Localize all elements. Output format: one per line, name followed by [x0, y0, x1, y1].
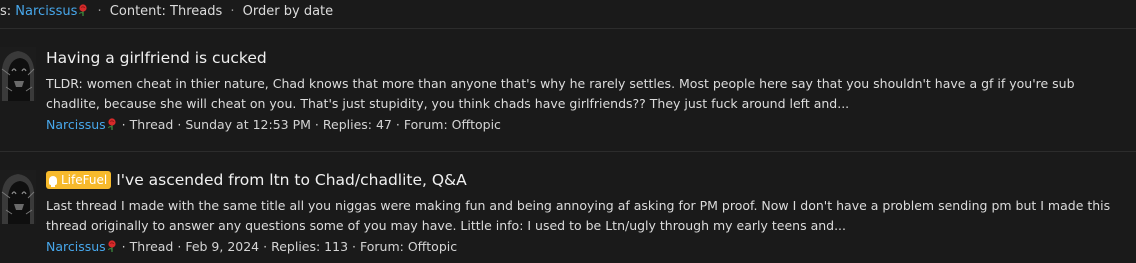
filter-content-type: Content: Threads	[109, 4, 223, 19]
result-type: Thread	[129, 239, 174, 254]
filter-prefix: s:	[0, 4, 12, 19]
result-author-link[interactable]: Narcissus	[46, 117, 106, 132]
separator: ·	[314, 117, 319, 132]
separator: ·	[121, 117, 126, 132]
result-title-link[interactable]: Having a girlfriend is cucked	[46, 48, 1130, 68]
separator: ·	[395, 117, 400, 132]
separator: ·	[97, 4, 102, 19]
avatar[interactable]	[0, 47, 36, 101]
result-forum-link[interactable]: Forum: Offtopic	[404, 117, 501, 132]
result-snippet: Last thread I made with the same title a…	[46, 198, 1111, 233]
rose-icon	[107, 118, 116, 130]
result-replies: Replies: 113	[271, 239, 349, 254]
result-replies: Replies: 47	[322, 117, 392, 132]
separator: ·	[177, 239, 182, 254]
result-author-link[interactable]: Narcissus	[46, 239, 106, 254]
filter-order: Order by date	[242, 4, 334, 19]
divider	[0, 28, 1136, 29]
lightbulb-icon	[49, 176, 57, 187]
filter-author-link[interactable]: Narcissus	[15, 4, 77, 19]
separator: ·	[263, 239, 268, 254]
rose-icon	[79, 4, 87, 16]
separator: ·	[121, 239, 126, 254]
search-result: Having a girlfriend is cucked TLDR: wome…	[46, 48, 1130, 135]
result-type: Thread	[129, 117, 174, 132]
separator: ·	[177, 117, 182, 132]
avatar-image	[0, 47, 36, 101]
prefix-label-lifefuel[interactable]: LifeFuel	[46, 171, 112, 189]
search-result: LifeFuel I've ascended from ltn to Chad/c…	[46, 170, 1130, 257]
result-title-row: LifeFuel I've ascended from ltn to Chad/c…	[46, 170, 1130, 190]
avatar-image	[0, 170, 36, 224]
search-filter-bar: s: Narcissus · Content: Threads · Order …	[0, 2, 333, 22]
result-forum-link[interactable]: Forum: Offtopic	[360, 239, 457, 254]
prefix-label-text: LifeFuel	[61, 173, 108, 187]
result-date: Sunday at 12:53 PM	[185, 117, 311, 132]
result-meta: Narcissus · Thread · Sunday at 12:53 PM …	[46, 115, 1130, 135]
separator: ·	[230, 4, 235, 19]
result-date: Feb 9, 2024	[185, 239, 260, 254]
result-snippet: TLDR: women cheat in thier nature, Chad …	[46, 76, 1075, 111]
search-results-page: s: Narcissus · Content: Threads · Order …	[0, 0, 1136, 263]
result-meta: Narcissus · Thread · Feb 9, 2024 · Repli…	[46, 237, 1130, 257]
rose-icon	[107, 240, 116, 252]
avatar[interactable]	[0, 170, 36, 224]
divider	[0, 151, 1136, 152]
separator: ·	[352, 239, 357, 254]
result-title-link[interactable]: I've ascended from ltn to Chad/chadlite,…	[116, 171, 467, 189]
